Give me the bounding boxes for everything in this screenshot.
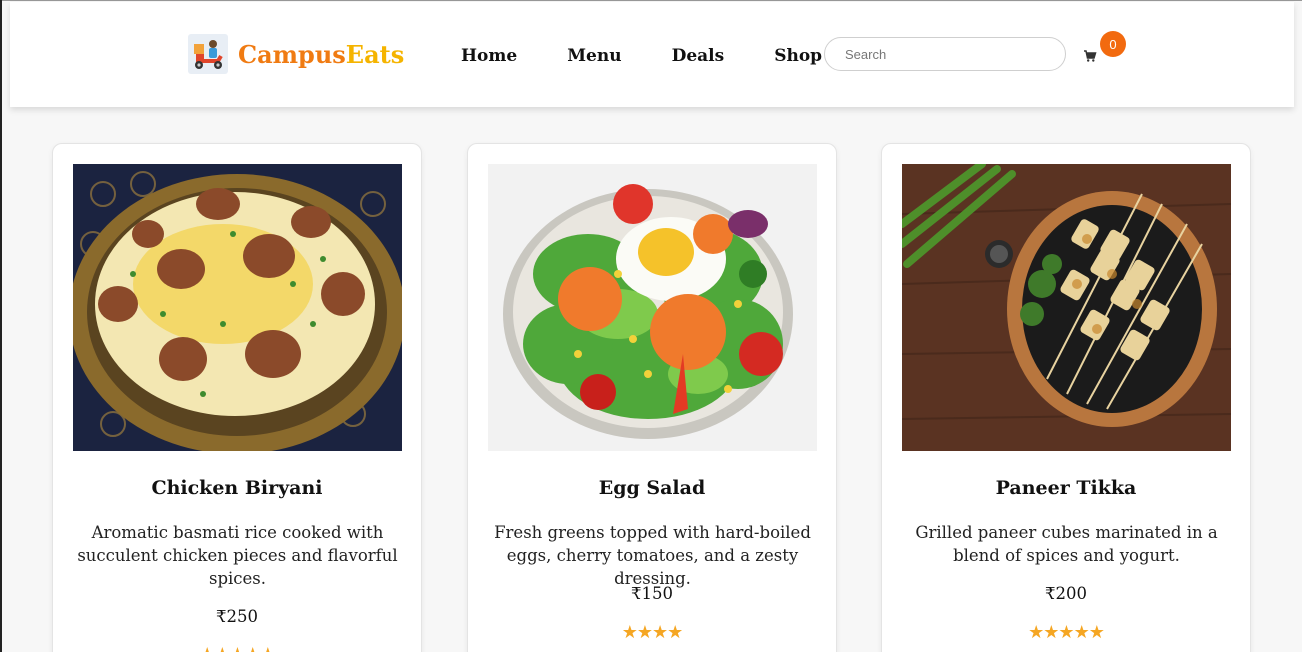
card-title: Paneer Tikka xyxy=(995,477,1137,499)
card-description: Fresh greens topped with hard-boiled egg… xyxy=(494,523,811,588)
nav-deals[interactable]: Deals xyxy=(672,46,725,66)
logo[interactable]: CampusEats xyxy=(188,34,404,74)
brand-name-part1: Campus xyxy=(238,39,346,69)
card-price: ₹250 xyxy=(216,607,258,626)
window-top-border xyxy=(0,0,1302,1)
paneer-tikka-image xyxy=(902,164,1231,451)
rating-stars: ★★★★★ xyxy=(53,644,421,652)
egg-salad-image xyxy=(488,164,817,451)
chicken-biryani-image xyxy=(73,164,402,451)
main-nav: Home Menu Deals Shop xyxy=(461,46,872,66)
search-input[interactable] xyxy=(824,37,1066,71)
card-title: Chicken Biryani xyxy=(151,477,323,499)
rating-stars: ★★★★★ xyxy=(1028,622,1105,643)
rating-stars: ★★★★ xyxy=(621,622,684,643)
card-description: Grilled paneer cubes marinated in a blen… xyxy=(915,523,1218,565)
nav-shop[interactable]: Shop xyxy=(774,46,822,66)
menu-card: Egg Salad Fresh greens topped with hard-… xyxy=(467,143,837,652)
nav-home[interactable]: Home xyxy=(461,46,517,66)
nav-menu[interactable]: Menu xyxy=(567,46,621,66)
card-description: Aromatic basmati rice cooked with succul… xyxy=(77,523,398,588)
card-title: Egg Salad xyxy=(598,477,706,499)
menu-card: Paneer Tikka Grilled paneer cubes marina… xyxy=(881,143,1251,652)
delivery-scooter-icon xyxy=(188,34,228,74)
brand-name: CampusEats xyxy=(238,40,404,69)
cart-count-badge[interactable]: 0 xyxy=(1100,31,1126,57)
cart-icon[interactable] xyxy=(1083,48,1097,62)
brand-name-part2: Eats xyxy=(345,39,405,69)
card-price: ₹150 xyxy=(631,584,673,603)
window-left-border xyxy=(0,0,2,652)
menu-card: Chicken Biryani Aromatic basmati rice co… xyxy=(52,143,422,652)
card-price: ₹200 xyxy=(1045,584,1087,603)
site-header: CampusEats Home Menu Deals Shop 0 xyxy=(10,2,1294,107)
